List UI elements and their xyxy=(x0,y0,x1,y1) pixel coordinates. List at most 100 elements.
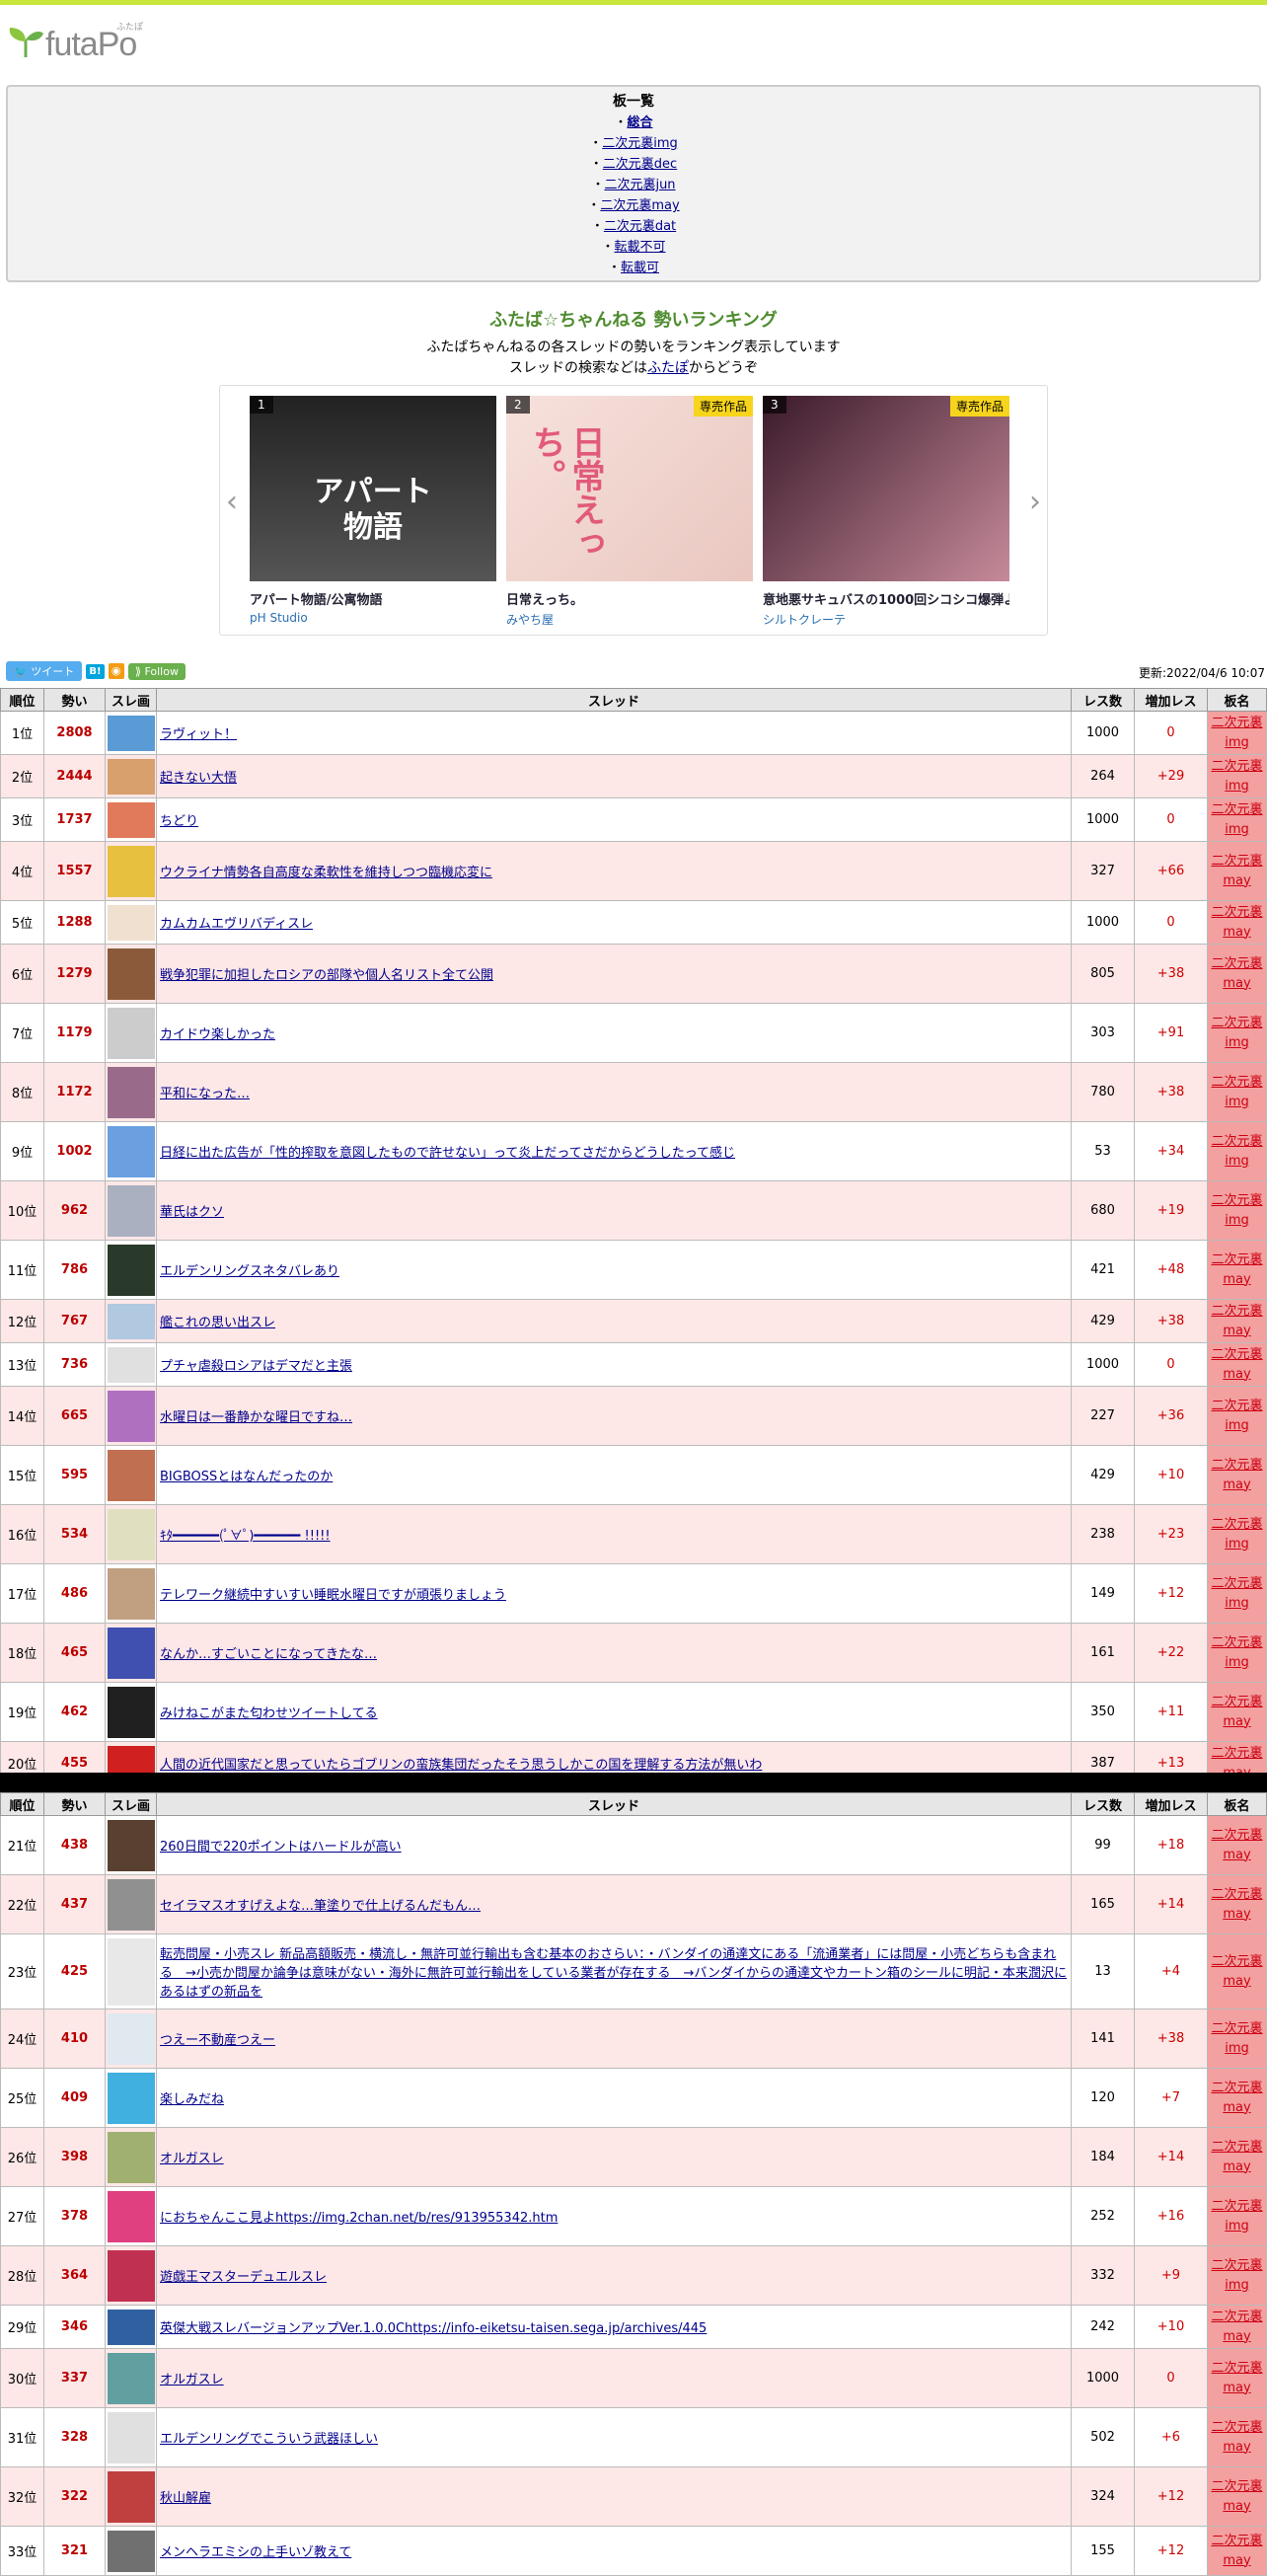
thread-link[interactable]: ラヴィット！ xyxy=(160,727,237,742)
thread-link[interactable]: プチャ虐殺ロシアはデマだと主張 xyxy=(160,1359,352,1374)
futapo-link[interactable]: ふたぽ xyxy=(647,360,689,376)
thread-thumbnail[interactable] xyxy=(108,2470,155,2523)
thread-thumbnail[interactable] xyxy=(108,1346,155,1383)
thread-thumbnail[interactable] xyxy=(108,1508,155,1560)
board-name-link[interactable]: 二次元裏img xyxy=(1211,716,1262,750)
card-title[interactable]: 意地悪サキュバスの1000回シコシコ爆弾よ xyxy=(763,589,1009,608)
board-name-link[interactable]: 二次元裏may xyxy=(1211,905,1262,940)
thread-link[interactable]: 英傑大戦スレバージョンアップVer.1.0.0Chttps://info-eik… xyxy=(160,2321,707,2336)
thread-link[interactable]: エルデンリングスネタバレあり xyxy=(160,1264,339,1279)
board-name-link[interactable]: 二次元裏img xyxy=(1211,1075,1262,1109)
thread-link[interactable]: 転売問屋・小売スレ 新品高額販売・横流し・無許可並行輸出も含む基本のおさらい：・… xyxy=(160,1947,1067,2000)
board-name-link[interactable]: 二次元裏img xyxy=(1211,2199,1262,2234)
thread-thumbnail[interactable] xyxy=(108,1819,155,1871)
board-name-link[interactable]: 二次元裏img xyxy=(1211,759,1262,794)
board-name-link[interactable]: 二次元裏img xyxy=(1211,1193,1262,1228)
thread-thumbnail[interactable] xyxy=(108,2352,155,2404)
thread-link[interactable]: オルガスレ xyxy=(160,2373,224,2387)
thumbnail-cell[interactable] xyxy=(105,2245,157,2306)
carousel-card[interactable]: 日常えっち。 2 専売作品 日常えっち。 みやち屋 xyxy=(506,396,753,628)
card-circle[interactable]: みやち屋 xyxy=(506,611,753,628)
thread-link[interactable]: つえー不動産つえー xyxy=(160,2033,275,2048)
thread-link[interactable]: 戦争犯罪に加担したロシアの部隊や個人名リスト全て公開 xyxy=(160,968,493,983)
thumbnail-cell[interactable] xyxy=(105,1623,157,1683)
thread-thumbnail[interactable] xyxy=(108,801,155,838)
thread-link[interactable]: 人間の近代国家だと思っていたらゴブリンの蛮族集団だったそう思うしかこの国を理解す… xyxy=(160,1758,762,1773)
board-name-link[interactable]: 二次元裏img xyxy=(1211,2258,1262,2293)
thumbnail-cell[interactable] xyxy=(105,900,157,945)
carousel-card[interactable]: 3 専売作品 意地悪サキュバスの1000回シコシコ爆弾よ シルトクレーテ xyxy=(763,396,1009,628)
thumbnail-cell[interactable] xyxy=(105,1874,157,1934)
thumbnail-cell[interactable] xyxy=(105,2186,157,2246)
thread-thumbnail[interactable] xyxy=(108,2249,155,2302)
board-name-link[interactable]: 二次元裏may xyxy=(1211,854,1262,888)
thumbnail-cell[interactable] xyxy=(105,1062,157,1122)
board-name-link[interactable]: 二次元裏may xyxy=(1211,1954,1262,1989)
thread-thumbnail[interactable] xyxy=(108,2012,155,2065)
thread-thumbnail[interactable] xyxy=(108,2190,155,2242)
thumbnail-cell[interactable] xyxy=(105,1299,157,1343)
follow-button[interactable]: ⟫ Follow xyxy=(127,662,186,680)
thread-link[interactable]: メンヘラエミシの上手いゾ教えて xyxy=(160,2545,351,2560)
thread-link[interactable]: ウクライナ情勢各自高度な柔軟性を維持しつつ臨機応変に xyxy=(160,866,492,880)
thread-thumbnail[interactable] xyxy=(108,904,155,941)
hatena-bookmark-button[interactable]: B! xyxy=(86,663,105,679)
thread-link[interactable]: 楽しみだね xyxy=(160,2092,224,2107)
thumbnail-cell[interactable] xyxy=(105,754,157,798)
board-name-link[interactable]: 二次元裏img xyxy=(1211,802,1262,837)
thread-thumbnail[interactable] xyxy=(108,758,155,795)
tweet-button[interactable]: 🐦 ツイート xyxy=(6,661,83,681)
thread-link[interactable]: 遊戯王マスターデュエルスレ xyxy=(160,2270,327,2285)
site-logo[interactable]: futaPo ふたぽ xyxy=(6,20,144,63)
thumbnail-cell[interactable] xyxy=(105,1342,157,1387)
card-image[interactable]: 日常えっち。 2 専売作品 xyxy=(506,396,753,581)
thread-thumbnail[interactable] xyxy=(108,1878,155,1931)
board-name-link[interactable]: 二次元裏may xyxy=(1211,1252,1262,1287)
board-name-link[interactable]: 二次元裏may xyxy=(1211,2479,1262,2514)
thread-thumbnail[interactable] xyxy=(108,2131,155,2183)
thumbnail-cell[interactable] xyxy=(105,2305,157,2349)
thread-thumbnail[interactable] xyxy=(108,715,155,751)
thumbnail-cell[interactable] xyxy=(105,2466,157,2527)
thread-thumbnail[interactable] xyxy=(108,845,155,897)
thread-link[interactable]: 秋山解雇 xyxy=(160,2491,211,2506)
thumbnail-cell[interactable] xyxy=(105,711,157,755)
thumbnail-cell[interactable] xyxy=(105,1504,157,1564)
board-link[interactable]: 転載可 xyxy=(621,261,659,275)
thread-link[interactable]: 日経に出た広告が「性的搾取を意図したもので許せない」って炎上だってさだからどうし… xyxy=(160,1146,735,1161)
board-link[interactable]: 二次元裏img xyxy=(602,136,678,151)
board-name-link[interactable]: 二次元裏img xyxy=(1211,1517,1262,1552)
thread-thumbnail[interactable] xyxy=(108,1937,155,2006)
thread-link[interactable]: カイドウ楽しかった xyxy=(160,1027,275,1042)
thumbnail-cell[interactable] xyxy=(105,1933,157,2009)
board-name-link[interactable]: 二次元裏may xyxy=(1211,1347,1262,1382)
thread-thumbnail[interactable] xyxy=(108,1066,155,1118)
thumbnail-cell[interactable] xyxy=(105,797,157,842)
thumbnail-cell[interactable] xyxy=(105,1240,157,1300)
board-link[interactable]: 総合 xyxy=(628,115,653,130)
board-name-link[interactable]: 二次元裏img xyxy=(1211,1016,1262,1050)
thread-link[interactable]: におちゃんここ見よhttps://img.2chan.net/b/res/913… xyxy=(160,2211,558,2226)
thread-thumbnail[interactable] xyxy=(108,1007,155,1059)
thread-thumbnail[interactable] xyxy=(108,2530,155,2572)
thumbnail-cell[interactable] xyxy=(105,2127,157,2187)
carousel-card[interactable]: アパート 物語 1 アパート物語/公寓物語 pH Studio xyxy=(250,396,496,625)
board-name-link[interactable]: 二次元裏may xyxy=(1211,1695,1262,1729)
board-name-link[interactable]: 二次元裏may xyxy=(1211,1828,1262,1862)
thread-link[interactable]: BIGBOSSとはなんだったのか xyxy=(160,1470,333,1484)
thread-link[interactable]: 水曜日は一番静かな曜日ですね… xyxy=(160,1410,352,1425)
thumbnail-cell[interactable] xyxy=(105,1815,157,1875)
thumbnail-cell[interactable] xyxy=(105,1386,157,1446)
thread-thumbnail[interactable] xyxy=(108,1244,155,1296)
thread-thumbnail[interactable] xyxy=(108,2309,155,2345)
thumbnail-cell[interactable] xyxy=(105,1445,157,1505)
card-circle[interactable]: シルトクレーテ xyxy=(763,611,1009,628)
thread-link[interactable]: テレワーク継続中すいすい睡眠水曜日ですが頑張りましょう xyxy=(160,1588,506,1603)
thumbnail-cell[interactable] xyxy=(105,2348,157,2408)
thumbnail-cell[interactable] xyxy=(105,944,157,1004)
thread-thumbnail[interactable] xyxy=(108,1303,155,1339)
board-name-link[interactable]: 二次元裏may xyxy=(1211,2534,1262,2568)
board-link[interactable]: 二次元裏dat xyxy=(604,219,676,234)
board-name-link[interactable]: 二次元裏may xyxy=(1211,2310,1262,2344)
thumbnail-cell[interactable] xyxy=(105,841,157,901)
